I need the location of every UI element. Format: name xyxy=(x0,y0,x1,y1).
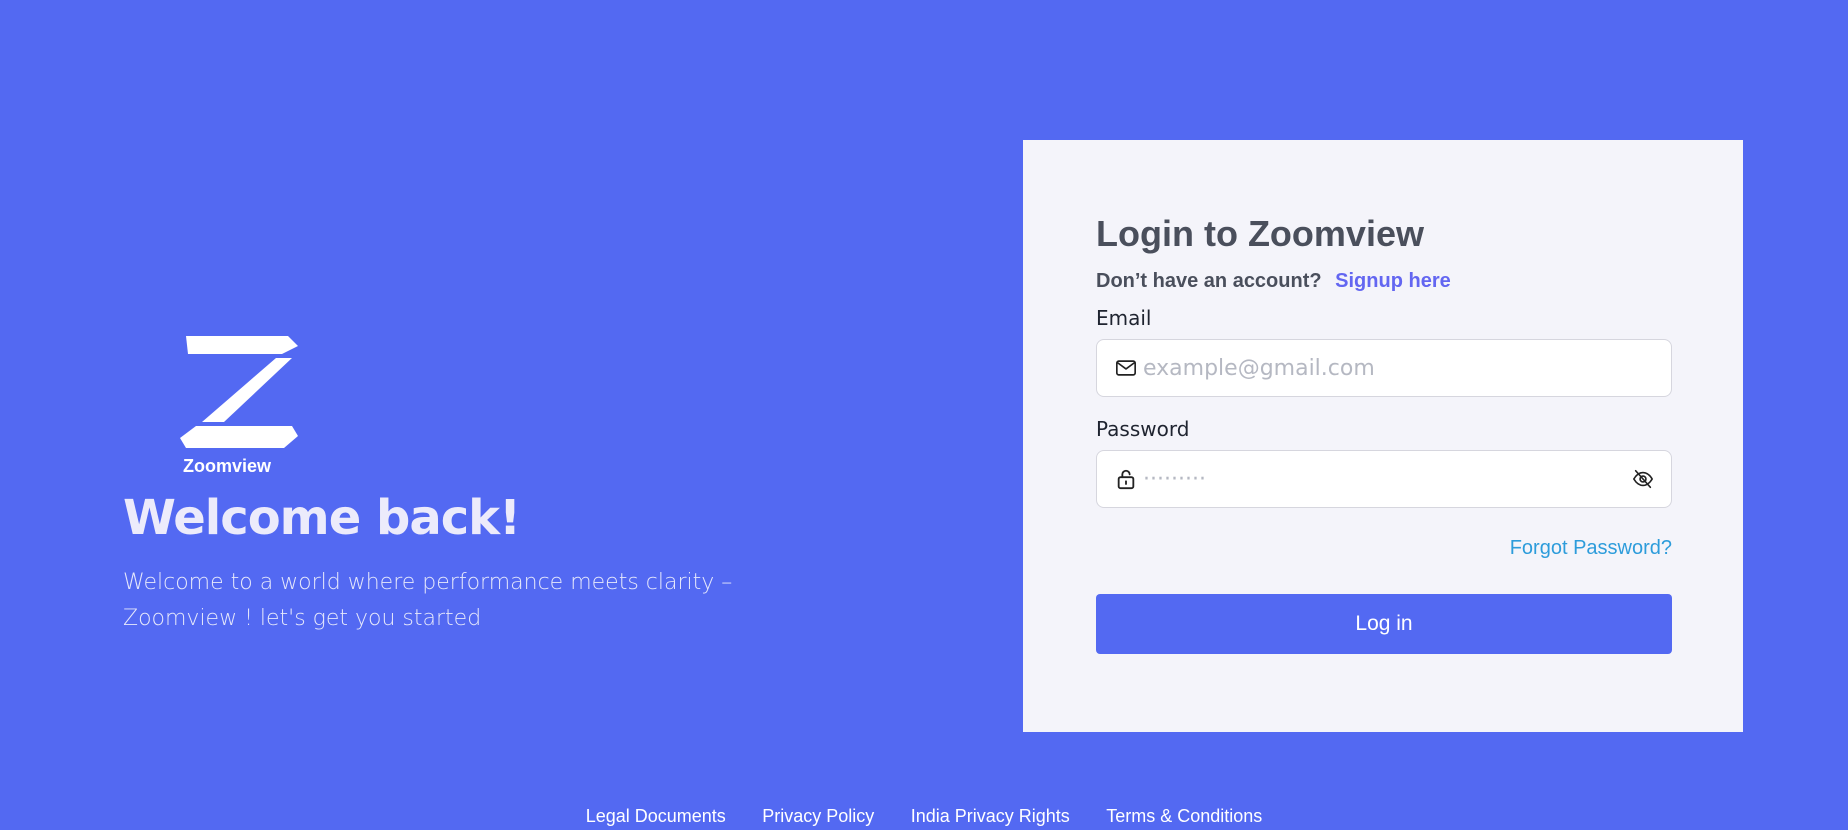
login-form: Login to Zoomview Don’t have an account?… xyxy=(1096,212,1672,654)
footer-link-legal-documents[interactable]: Legal Documents xyxy=(586,806,726,827)
signup-link[interactable]: Signup here xyxy=(1335,270,1451,292)
login-card: Login to Zoomview Don’t have an account?… xyxy=(1023,140,1743,732)
forgot-password-link[interactable]: Forgot Password? xyxy=(1096,536,1672,560)
footer-link-india-privacy-rights[interactable]: India Privacy Rights xyxy=(911,806,1070,827)
email-field-wrapper xyxy=(1096,339,1672,397)
mail-icon xyxy=(1116,360,1136,376)
eye-off-icon[interactable] xyxy=(1631,468,1655,490)
login-button[interactable]: Log in xyxy=(1096,594,1672,654)
login-page: Zoomview Welcome back! Welcome to a worl… xyxy=(0,0,1848,830)
signup-row: Don’t have an account? Signup here xyxy=(1096,269,1672,293)
z-logo-icon xyxy=(180,336,298,448)
signup-prompt: Don’t have an account? xyxy=(1096,270,1322,292)
email-input[interactable] xyxy=(1143,340,1623,396)
brand-name: Zoomview xyxy=(183,456,272,476)
email-label: Email xyxy=(1096,306,1152,330)
password-label: Password xyxy=(1096,417,1190,441)
brand-logo: Zoomview xyxy=(180,334,304,476)
welcome-title: Welcome back! xyxy=(123,490,521,546)
welcome-subtitle: Welcome to a world where performance mee… xyxy=(123,570,733,631)
lock-icon xyxy=(1117,469,1135,490)
footer-links: Legal Documents Privacy Policy India Pri… xyxy=(0,806,1848,827)
login-title: Login to Zoomview xyxy=(1096,213,1424,254)
footer-link-privacy-policy[interactable]: Privacy Policy xyxy=(762,806,874,827)
password-input[interactable] xyxy=(1143,451,1623,507)
password-field-wrapper xyxy=(1096,450,1672,508)
footer-link-terms-conditions[interactable]: Terms & Conditions xyxy=(1106,806,1262,827)
